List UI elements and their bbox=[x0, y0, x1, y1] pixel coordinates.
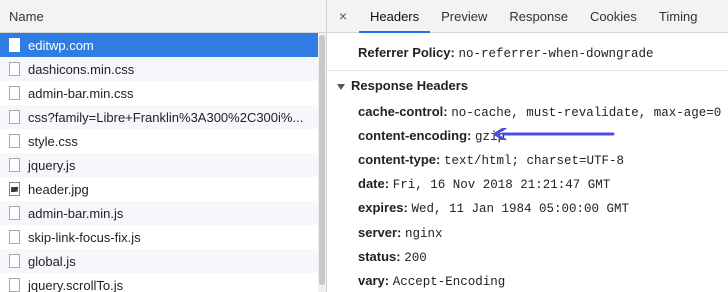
section-title: Response Headers bbox=[351, 78, 469, 93]
request-row-admin-bar-css[interactable]: admin-bar.min.css bbox=[0, 81, 318, 105]
header-row: cache-control: no-cache, must-revalidate… bbox=[358, 104, 721, 120]
header-row: vary: Accept-Encoding bbox=[358, 273, 505, 289]
request-row-skip-link-js[interactable]: skip-link-focus-fix.js bbox=[0, 225, 318, 249]
request-name: admin-bar.min.js bbox=[28, 205, 124, 221]
name-column-label: Name bbox=[9, 9, 44, 24]
request-name: skip-link-focus-fix.js bbox=[28, 229, 141, 245]
file-icon bbox=[9, 254, 20, 268]
header-key: status: bbox=[358, 249, 401, 264]
header-key: Referrer Policy: bbox=[358, 45, 455, 60]
file-icon bbox=[9, 62, 20, 76]
request-list-panel: Name editwp.com dashicons.min.css admin-… bbox=[0, 0, 327, 292]
header-key: date: bbox=[358, 176, 390, 191]
header-row: server: nginx bbox=[358, 225, 443, 241]
request-name: global.js bbox=[28, 253, 76, 269]
header-value: no-cache, must-revalidate, max-age=0 bbox=[451, 106, 722, 120]
header-value: Accept-Encoding bbox=[392, 275, 506, 289]
tab-preview[interactable]: Preview bbox=[430, 0, 498, 32]
header-row: content-encoding: gzip bbox=[358, 128, 505, 144]
header-value: 200 bbox=[404, 251, 427, 265]
header-row: content-type: text/html; charset=UTF-8 bbox=[358, 152, 624, 168]
file-icon bbox=[9, 134, 20, 148]
file-icon bbox=[9, 278, 20, 292]
referrer-policy-row: Referrer Policy: no-referrer-when-downgr… bbox=[358, 45, 654, 61]
request-row-fonts-css[interactable]: css?family=Libre+Franklin%3A300%2C300i%.… bbox=[0, 105, 318, 129]
request-list-scrollbar[interactable] bbox=[318, 33, 326, 292]
details-tabbar: × Headers Preview Response Cookies Timin… bbox=[327, 0, 728, 33]
header-row: expires: Wed, 11 Jan 1984 05:00:00 GMT bbox=[358, 200, 629, 216]
request-name: admin-bar.min.css bbox=[28, 85, 134, 101]
request-name: jquery.js bbox=[28, 157, 76, 173]
response-headers-section-toggle[interactable]: Response Headers bbox=[337, 78, 468, 93]
tab-response[interactable]: Response bbox=[498, 0, 579, 32]
header-value: no-referrer-when-downgrade bbox=[458, 47, 654, 61]
request-name: editwp.com bbox=[28, 37, 94, 53]
header-key: cache-control: bbox=[358, 104, 448, 119]
header-value: text/html; charset=UTF-8 bbox=[443, 154, 624, 168]
header-key: expires: bbox=[358, 200, 408, 215]
annotation-arrow-icon bbox=[493, 128, 615, 140]
request-row-dashicons[interactable]: dashicons.min.css bbox=[0, 57, 318, 81]
request-row-scrollto-js[interactable]: jquery.scrollTo.js bbox=[0, 273, 318, 292]
request-name: dashicons.min.css bbox=[28, 61, 135, 77]
header-value: nginx bbox=[405, 227, 443, 241]
tab-timing[interactable]: Timing bbox=[648, 0, 709, 32]
name-column-header[interactable]: Name bbox=[0, 0, 326, 33]
header-value: Wed, 11 Jan 1984 05:00:00 GMT bbox=[411, 202, 630, 216]
file-icon bbox=[9, 86, 20, 100]
file-icon bbox=[9, 206, 20, 220]
request-row-editwp[interactable]: editwp.com bbox=[0, 33, 318, 57]
request-name: css?family=Libre+Franklin%3A300%2C300i%.… bbox=[28, 109, 304, 125]
details-panel: × Headers Preview Response Cookies Timin… bbox=[327, 0, 728, 292]
scrollbar-thumb[interactable] bbox=[319, 35, 325, 285]
file-icon bbox=[9, 230, 20, 244]
header-key: server: bbox=[358, 225, 402, 240]
tab-cookies[interactable]: Cookies bbox=[579, 0, 648, 32]
request-row-jquery-js[interactable]: jquery.js bbox=[0, 153, 318, 177]
header-row: date: Fri, 16 Nov 2018 21:21:47 GMT bbox=[358, 176, 610, 192]
image-file-icon bbox=[9, 182, 20, 196]
header-row: status: 200 bbox=[358, 249, 427, 265]
file-icon bbox=[9, 158, 20, 172]
request-row-admin-bar-js[interactable]: admin-bar.min.js bbox=[0, 201, 318, 225]
request-list: editwp.com dashicons.min.css admin-bar.m… bbox=[0, 33, 318, 292]
file-icon bbox=[9, 110, 20, 124]
header-value: Fri, 16 Nov 2018 21:21:47 GMT bbox=[392, 178, 611, 192]
request-row-style-css[interactable]: style.css bbox=[0, 129, 318, 153]
close-icon[interactable]: × bbox=[327, 0, 359, 32]
section-divider bbox=[327, 70, 728, 71]
tab-headers[interactable]: Headers bbox=[359, 0, 431, 33]
request-row-header-jpg[interactable]: header.jpg bbox=[0, 177, 318, 201]
request-name: header.jpg bbox=[28, 181, 89, 197]
request-name: jquery.scrollTo.js bbox=[28, 277, 124, 292]
request-row-global-js[interactable]: global.js bbox=[0, 249, 318, 273]
header-key: content-encoding: bbox=[358, 128, 472, 143]
triangle-down-icon bbox=[337, 83, 345, 90]
request-name: style.css bbox=[28, 133, 78, 149]
header-key: content-type: bbox=[358, 152, 441, 167]
file-icon bbox=[9, 38, 20, 52]
header-key: vary: bbox=[358, 273, 390, 288]
